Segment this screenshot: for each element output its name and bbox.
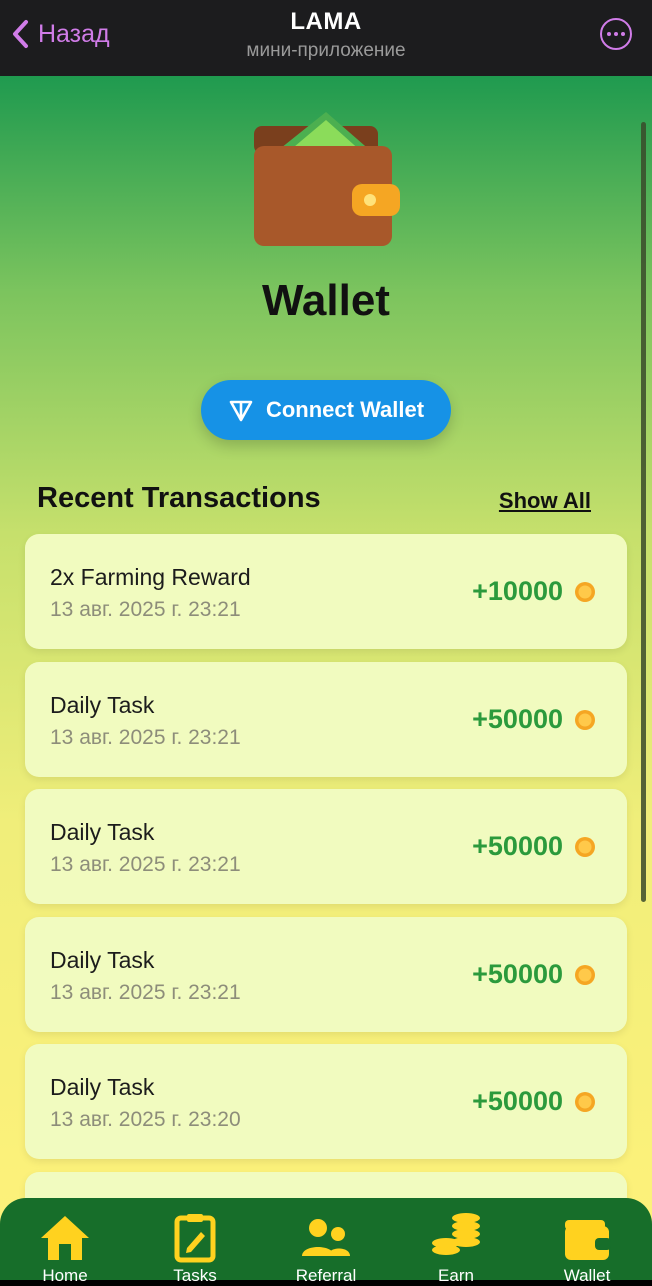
transaction-amount: +50000 [472,703,563,734]
bottom-nav: Home Tasks Referral Earn Wallet [0,1198,652,1285]
transaction-amount: +50000 [472,831,563,861]
transaction-name: Daily Task [50,691,155,718]
coin-icon [575,709,595,730]
transaction-date: 13 авг. 2025 г. 23:21 [50,980,241,1004]
transaction-name: Daily Task [50,819,155,845]
scrollbar[interactable] [641,122,646,902]
transaction-list: 2x Farming Reward 13 авг. 2025 г. 23:21 … [25,534,627,1244]
nav-item-home[interactable]: Home [10,1212,120,1286]
home-icon [41,1216,89,1260]
transaction-date: 13 авг. 2025 г. 23:20 [50,1108,241,1131]
transaction-amount: +10000 [472,576,563,606]
transaction-date: 13 авг. 2025 г. 23:21 [50,853,241,876]
coin-icon [575,964,595,985]
title-block: LAMA мини-приложение [0,8,652,62]
transaction-amount: +50000 [472,958,563,989]
top-bar: Назад LAMA мини-приложение [0,0,652,76]
connect-wallet-button[interactable]: Connect Wallet [201,380,451,440]
nav-label: Earn [438,1266,474,1285]
nav-item-earn[interactable]: Earn [401,1212,511,1286]
transaction-date: 13 авг. 2025 г. 23:21 [50,598,241,621]
wallet-screen: Wallet Connect Wallet Recent Transaction… [0,76,652,1280]
nav-label: Wallet [563,1266,611,1285]
connect-wallet-label: Connect Wallet [265,397,425,422]
coin-icon [575,582,595,602]
more-dot-icon [614,32,618,36]
wallet-illustration-icon [254,112,400,246]
tasks-icon [174,1214,216,1263]
recent-transactions-heading: Recent Transactions [37,482,321,514]
transaction-row[interactable]: 2x Farming Reward 13 авг. 2025 г. 23:21 … [25,534,627,649]
nav-label: Home [42,1266,88,1285]
transaction-row[interactable]: Daily Task 13 авг. 2025 г. 23:20 +50000 [25,1044,627,1159]
coin-icon [575,1092,595,1112]
app-title: LAMA [290,8,362,35]
app-subtitle: мини-приложение [246,40,406,61]
transaction-name: Daily Task [50,1074,155,1100]
more-options-button[interactable] [600,18,632,50]
show-all-link[interactable]: Show All [499,488,591,514]
coin-icon [575,837,595,857]
nav-item-tasks[interactable]: Tasks [140,1212,250,1286]
transaction-name: 2x Farming Reward [50,564,251,590]
transaction-name: Daily Task [50,946,155,973]
referral-icon [302,1219,350,1256]
more-dot-icon [607,32,611,36]
nav-label: Referral [295,1266,357,1285]
ton-diamond-icon [229,400,253,422]
transaction-row[interactable]: Daily Task 13 авг. 2025 г. 23:21 +50000 [25,916,627,1032]
nav-label: Tasks [173,1266,217,1285]
more-dot-icon [621,32,625,36]
transaction-date: 13 авг. 2025 г. 23:21 [50,725,241,749]
nav-item-referral[interactable]: Referral [271,1212,381,1286]
wallet-icon [565,1220,611,1260]
transaction-amount: +50000 [472,1086,563,1116]
transaction-row[interactable]: Daily Task 13 авг. 2025 г. 23:21 +50000 [25,789,627,904]
coins-icon [432,1213,480,1255]
nav-item-wallet[interactable]: Wallet [532,1212,642,1286]
page-title: Wallet [262,276,390,325]
transaction-row[interactable]: Daily Task 13 авг. 2025 г. 23:21 +50000 [25,661,627,777]
